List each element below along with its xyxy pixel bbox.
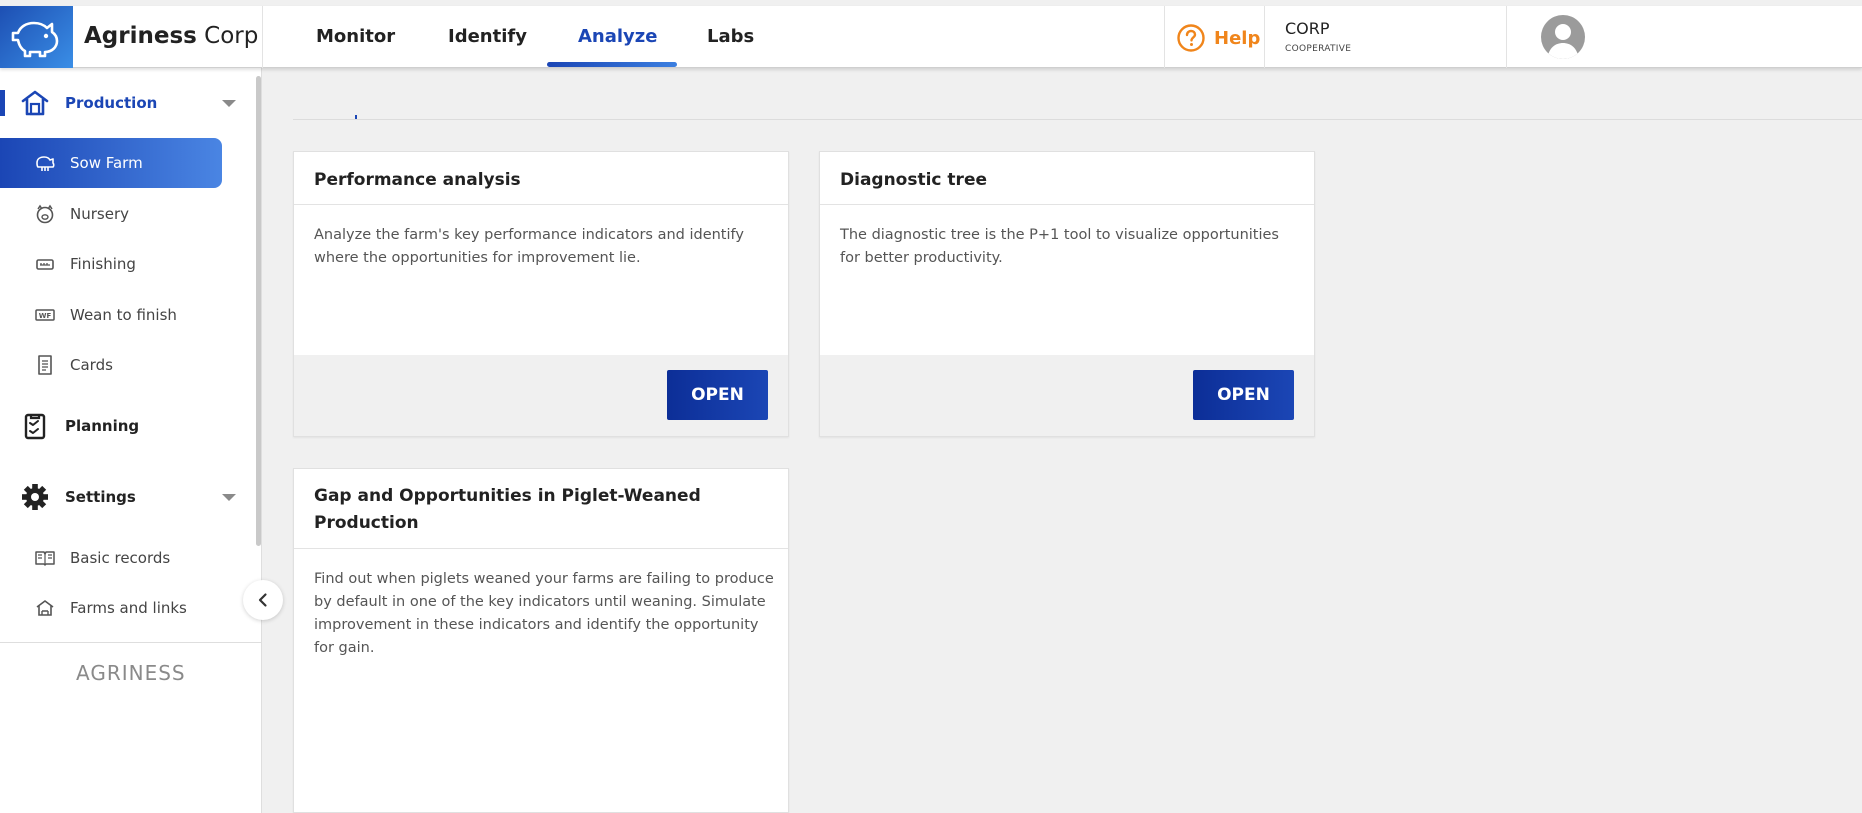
help-circle-icon [1177,24,1205,52]
card-divider [294,204,788,205]
help-button[interactable]: Help [1176,22,1260,54]
gear-icon [20,482,50,512]
brand-rest: Corp [204,23,259,49]
sidebar-item-label: Nursery [70,205,129,223]
tab-analyze[interactable]: Analyze [578,26,657,47]
content-divider [293,119,1862,120]
book-icon [34,547,56,569]
sidebar-section-label: Production [65,94,158,112]
farm-icon [34,597,56,619]
card-description: Find out when piglets weaned your farms … [314,571,774,656]
sidebar-section-planning[interactable]: Planning [0,404,255,448]
subtab-indicator [355,115,357,119]
top-navigation-bar: Agriness Corp Monitor Identify Analyze L… [0,6,1862,68]
card-performance-analysis: Performance analysis Analyze the farm's … [293,151,789,437]
sidebar-section-settings[interactable]: Settings [0,475,255,519]
app-logo[interactable] [0,6,73,68]
divider [262,6,263,68]
sidebar-item-label: Finishing [70,255,136,273]
footer-logo: AGRINESS [76,661,186,685]
sidebar-section-production[interactable]: Production [0,81,255,125]
card-description: The diagnostic tree is the P+1 tool to v… [840,227,1279,266]
sidebar-item-sow-farm[interactable]: Sow Farm [0,138,222,188]
sidebar-item-label: Farms and links [70,599,187,617]
card-gap-and-opportunities: Gap and Opportunities in Piglet-Weaned P… [293,468,789,813]
pig-logo-icon [11,21,59,58]
card-footer: OPEN [820,355,1314,436]
card-divider [820,204,1314,205]
avatar-icon [1547,24,1579,59]
active-tab-indicator [547,62,677,67]
tab-labs[interactable]: Labs [707,26,754,47]
card-title: Gap and Opportunities in Piglet-Weaned P… [314,486,701,533]
help-label: Help [1214,27,1261,49]
sow-icon [34,152,56,174]
chevron-down-icon[interactable] [222,493,236,501]
sidebar-section-label: Planning [65,417,140,435]
tab-monitor[interactable]: Monitor [316,26,395,47]
sidebar-item-label: Sow Farm [70,154,143,172]
sidebar-item-cards[interactable]: Cards [0,340,222,390]
divider [1164,6,1165,68]
divider [1506,6,1507,68]
sidebar-item-farms-and-links[interactable]: Farms and links [0,583,222,633]
sidebar-item-label: Cards [70,356,113,374]
avatar[interactable] [1541,15,1585,59]
open-button[interactable]: OPEN [1193,370,1294,420]
divider [1264,6,1265,68]
document-icon [34,354,56,376]
barn-icon [20,88,50,118]
sidebar-item-label: Basic records [70,549,171,567]
card-diagnostic-tree: Diagnostic tree The diagnostic tree is t… [819,151,1315,437]
sidebar-item-wean-to-finish[interactable]: WF Wean to finish [0,290,222,340]
sidebar-item-basic-records[interactable]: Basic records [0,533,222,583]
chevron-left-icon [258,593,267,607]
sidebar-item-finishing[interactable]: Finishing [0,239,222,289]
card-title: Diagnostic tree [840,170,987,190]
tab-identify[interactable]: Identify [448,26,527,47]
card-title: Performance analysis [314,170,521,190]
piglet-icon [34,203,56,225]
open-button[interactable]: OPEN [667,370,768,420]
brand-strong: Agriness [84,23,197,49]
organization-type: COOPERATIVE [1285,44,1352,54]
collapse-sidebar-button[interactable] [243,580,283,620]
card-divider [294,548,788,549]
sidebar-item-nursery[interactable]: Nursery [0,189,222,239]
sidebar-scrollbar[interactable] [256,76,261,546]
divider [0,642,262,643]
sidebar-section-label: Settings [65,488,136,506]
card-description: Analyze the farm's key performance indic… [314,227,744,266]
chevron-down-icon[interactable] [222,99,236,107]
scale-icon [34,253,56,275]
sidebar-item-label: Wean to finish [70,306,177,324]
clipboard-check-icon [20,411,50,441]
brand-name: Agriness Corp [84,23,258,49]
organization-name[interactable]: CORP [1285,19,1330,38]
wf-icon: WF [34,304,56,326]
card-footer: OPEN [294,355,788,436]
svg-text:WF: WF [39,312,52,320]
sidebar: Production Sow Farm Nursery Finishing WF… [0,68,262,813]
